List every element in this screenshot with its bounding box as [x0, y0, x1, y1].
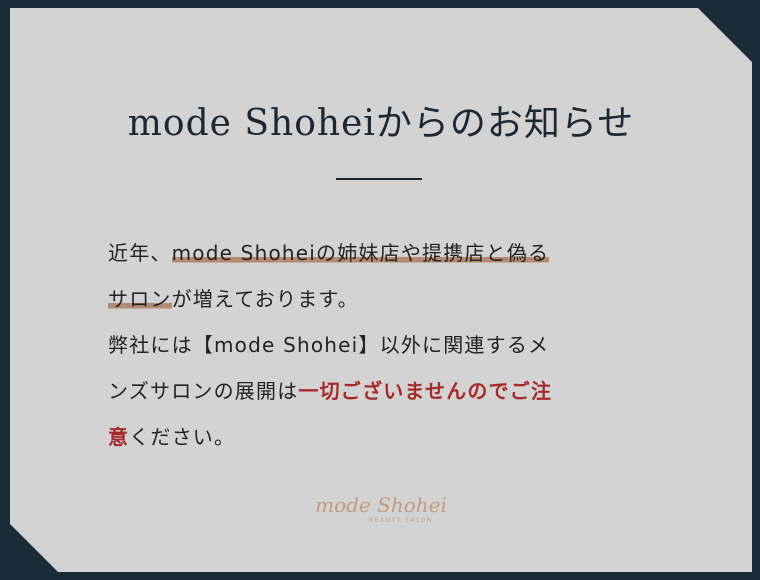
notice-line-2: サロンが増えております。	[108, 276, 668, 322]
notice-text: が増えております。	[171, 287, 359, 311]
brand-logo: mode Shohei BEAUTY SALON	[10, 494, 752, 526]
logo-tagline: BEAUTY SALON	[368, 517, 433, 524]
corner-decoration-bottom-left	[10, 524, 58, 572]
highlighted-text: mode Shoheiの姉妹店や提携店と偽る	[171, 241, 550, 265]
highlighted-text: サロン	[108, 287, 172, 311]
notice-line-1: 近年、mode Shoheiの姉妹店や提携店と偽る	[108, 230, 668, 276]
notice-text: 弊社には【mode Shohei】以外に関連するメ	[108, 333, 550, 357]
notice-line-5: 意ください。	[108, 414, 668, 460]
emphasis-text: 一切ございませんのでご注	[298, 379, 553, 403]
notice-text: ください。	[129, 425, 236, 449]
page-title: mode Shoheiからのお知らせ	[127, 103, 635, 144]
title-divider	[336, 178, 422, 180]
notice-text: ンズサロンの展開は	[108, 379, 299, 403]
notice-body: 近年、mode Shoheiの姉妹店や提携店と偽る サロンが増えております。 弊…	[108, 230, 668, 460]
emphasis-text: 意	[108, 425, 130, 449]
notice-line-4: ンズサロンの展開は一切ございませんのでご注	[108, 368, 668, 414]
notice-line-3: 弊社には【mode Shohei】以外に関連するメ	[108, 322, 668, 368]
logo-wordmark: mode Shohei	[315, 493, 447, 517]
notice-text: 近年、	[108, 241, 172, 265]
corner-decoration-top-right	[698, 8, 752, 62]
notice-card: mode Shoheiからのお知らせ 近年、mode Shoheiの姉妹店や提携…	[10, 8, 752, 572]
